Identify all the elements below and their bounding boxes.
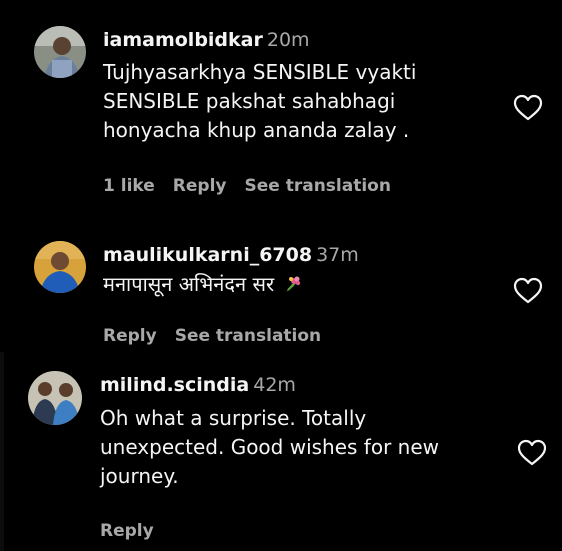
- comment-text-line: honyacha khup ananda zalay .: [103, 118, 410, 142]
- see-translation-button[interactable]: See translation: [175, 326, 321, 346]
- user-avatar-icon: [34, 26, 86, 78]
- like-heart-icon[interactable]: [517, 439, 547, 467]
- comment-text-line: Oh what a surprise. Totally: [100, 406, 367, 430]
- like-count[interactable]: 1 like: [103, 176, 155, 196]
- comment-time: 42m: [253, 374, 296, 396]
- comment-time: 20m: [266, 29, 310, 51]
- comment-item: milind.scindia 42m Oh what a surprise. To…: [0, 355, 562, 551]
- like-heart-icon[interactable]: [513, 277, 543, 305]
- avatar[interactable]: [28, 371, 82, 425]
- comment-item: maulikulkarni_6708 37m मनापासून अभिनंदन स…: [0, 215, 562, 355]
- reply-button[interactable]: Reply: [100, 521, 154, 541]
- comment-username[interactable]: maulikulkarni_6708: [103, 244, 312, 266]
- comment-text-line: journey.: [100, 464, 179, 488]
- comment-text-line: Tujhyasarkhya SENSIBLE vyakti: [103, 60, 417, 84]
- comment-time: 37m: [316, 244, 359, 266]
- bouquet-emoji: [286, 276, 301, 292]
- comment-text-line: मनापासून अभिनंदन सर: [103, 270, 359, 299]
- avatar[interactable]: [34, 26, 86, 78]
- user-avatar-icon: [28, 371, 82, 425]
- like-heart-icon[interactable]: [513, 94, 543, 122]
- comment-text-line: SENSIBLE pakshat sahabhagi: [103, 89, 396, 113]
- reply-button[interactable]: Reply: [103, 326, 157, 346]
- user-avatar-icon: [34, 241, 86, 293]
- comment-text: मनापासून अभिनंदन सर: [103, 270, 359, 299]
- avatar[interactable]: [34, 241, 86, 293]
- reply-button[interactable]: Reply: [173, 176, 227, 196]
- see-translation-button[interactable]: See translation: [244, 176, 390, 196]
- comment-text: Tujhyasarkhya SENSIBLE vyakti SENSIBLE p…: [103, 58, 416, 145]
- comment-username[interactable]: iamamolbidkar: [103, 29, 263, 51]
- comment-text: Oh what a surprise. Totally unexpected. …: [100, 404, 439, 491]
- comment-text-line: unexpected. Good wishes for new: [100, 435, 440, 459]
- comment-item: iamamolbidkar 20m Tujhyasarkhya SENSIBLE …: [0, 0, 562, 215]
- comment-text-content: मनापासून अभिनंदन सर: [103, 272, 275, 296]
- comment-username[interactable]: milind.scindia: [100, 374, 249, 396]
